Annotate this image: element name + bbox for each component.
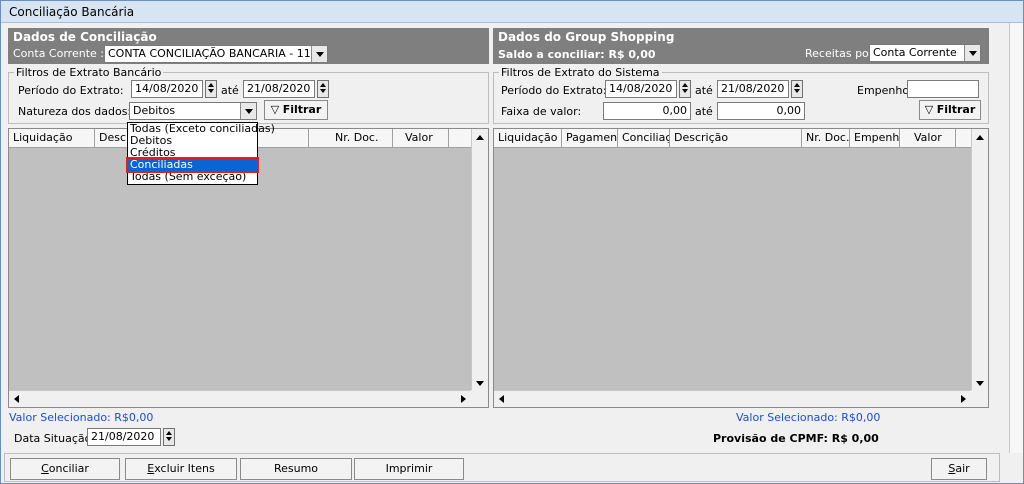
- nature-select[interactable]: Debitos: [129, 102, 257, 120]
- left-selected-total: Valor Selecionado: R$0,00: [9, 411, 154, 424]
- left-filter-button[interactable]: ▽ Filtrar: [264, 100, 328, 120]
- left-date-to[interactable]: 21/08/2020: [243, 80, 315, 98]
- right-filter-button[interactable]: ▽ Filtrar: [919, 100, 981, 120]
- status-date-label: Data Situação:: [14, 432, 96, 445]
- left-until-label: até: [221, 84, 239, 97]
- chevron-down-icon[interactable]: [240, 103, 256, 119]
- option-all-no-exception[interactable]: Todas (Sem exceção): [128, 171, 257, 183]
- scroll-corner: [971, 390, 988, 407]
- nature-label: Natureza dos dados:: [18, 105, 132, 118]
- funnel-icon: ▽: [924, 103, 934, 116]
- col-valor[interactable]: Valor: [900, 129, 956, 147]
- arrow-down-icon: [794, 89, 800, 93]
- right-date-from-spinner[interactable]: [679, 80, 691, 98]
- system-grid-vscroll[interactable]: [971, 129, 988, 391]
- print-button[interactable]: Imprimir: [354, 458, 464, 480]
- system-filters-title: Filtros de Extrato do Sistema: [499, 66, 662, 79]
- arrow-up-icon: [320, 83, 326, 87]
- arrow-up-icon: [166, 431, 172, 435]
- value-range-label: Faixa de valor:: [501, 105, 582, 118]
- col-descricao[interactable]: Descriç: [95, 129, 129, 147]
- arrow-up-icon: [794, 83, 800, 87]
- right-period-label: Período do Extrato:: [501, 84, 607, 97]
- range-until-label: até: [695, 105, 713, 118]
- right-until-label: até: [695, 84, 713, 97]
- arrow-down-icon: [682, 89, 688, 93]
- col-liquidacao[interactable]: Liquidação: [9, 129, 95, 147]
- system-grid[interactable]: Liquidação Pagament Conciliaçã Descrição…: [493, 128, 989, 408]
- left-date-from[interactable]: 14/08/2020: [131, 80, 203, 98]
- value-range-to[interactable]: 0,00: [717, 102, 805, 120]
- balance-to-reconcile: Saldo a conciliar: R$ 0,00: [498, 48, 656, 61]
- chevron-down-icon[interactable]: [964, 45, 980, 61]
- window-title: Conciliação Bancária: [9, 5, 135, 19]
- scroll-corner: [471, 390, 488, 407]
- arrow-right-icon[interactable]: [461, 395, 466, 403]
- left-filter-label: Filtrar: [282, 103, 322, 116]
- receipts-by-label: Receitas por: [805, 47, 874, 60]
- col-pagamento[interactable]: Pagament: [562, 129, 618, 147]
- delete-items-button[interactable]: Excluir Itens: [125, 458, 237, 480]
- arrow-up-icon[interactable]: [476, 135, 484, 140]
- exit-button[interactable]: Sair: [931, 458, 987, 480]
- commitment-label: Empenho:: [857, 84, 913, 97]
- right-date-from[interactable]: 14/08/2020: [605, 80, 677, 98]
- receipts-by-value: Conta Corrente: [873, 46, 957, 59]
- left-date-from-spinner[interactable]: [205, 80, 217, 98]
- nature-select-value: Debitos: [133, 104, 176, 117]
- commitment-input[interactable]: [907, 80, 979, 98]
- col-empenho[interactable]: Empenh: [850, 129, 900, 147]
- arrow-left-icon[interactable]: [14, 395, 19, 403]
- summary-button[interactable]: Resumo: [240, 458, 352, 480]
- nature-dropdown-list[interactable]: Todas (Exceto conciliadas) Debitos Crédi…: [126, 122, 275, 185]
- col-liquidacao[interactable]: Liquidação: [494, 129, 562, 147]
- arrow-left-icon[interactable]: [499, 395, 504, 403]
- col-nr-doc[interactable]: Nr. Doc.: [309, 129, 393, 147]
- account-select[interactable]: CONTA CONCILIAÇÃO BANCARIA - 11111: [104, 45, 328, 63]
- arrow-up-icon: [682, 83, 688, 87]
- col-nr-doc[interactable]: Nr. Doc.: [802, 129, 850, 147]
- system-grid-hscroll[interactable]: [494, 390, 971, 407]
- col-valor[interactable]: Valor: [393, 129, 449, 147]
- left-date-to-spinner[interactable]: [317, 80, 329, 98]
- left-header-title: Dados de Conciliação: [13, 30, 157, 44]
- bank-grid-hscroll[interactable]: [9, 390, 471, 407]
- col-descricao[interactable]: Descrição: [670, 129, 802, 147]
- bank-filters-title: Filtros de Extrato Bancário: [14, 66, 164, 79]
- arrow-up-icon: [208, 83, 214, 87]
- right-selected-total: Valor Selecionado: R$0,00: [736, 411, 881, 424]
- arrow-down-icon[interactable]: [476, 381, 484, 386]
- left-period-label: Período do Extrato:: [18, 84, 124, 97]
- right-date-to-spinner[interactable]: [791, 80, 803, 98]
- arrow-right-icon[interactable]: [961, 395, 966, 403]
- receipts-by-select[interactable]: Conta Corrente: [869, 44, 981, 62]
- arrow-down-icon: [166, 437, 172, 441]
- main-window: Conciliação Bancária Dados de Conciliaçã…: [0, 0, 1024, 484]
- arrow-up-icon[interactable]: [976, 135, 984, 140]
- arrow-down-icon: [320, 89, 326, 93]
- cpmf-provision: Provisão de CPMF: R$ 0,00: [713, 432, 879, 445]
- account-label: Conta Corrente :: [13, 47, 104, 60]
- right-filter-label: Filtrar: [936, 103, 976, 116]
- reconcile-button[interactable]: Conciliar: [10, 458, 120, 480]
- chevron-down-icon[interactable]: [311, 46, 327, 62]
- value-range-from[interactable]: 0,00: [603, 102, 691, 120]
- bank-grid-vscroll[interactable]: [471, 129, 488, 391]
- account-select-value: CONTA CONCILIAÇÃO BANCARIA - 11111: [108, 47, 328, 60]
- left-panel-header: Dados de Conciliação Conta Corrente : CO…: [8, 28, 489, 64]
- status-date-spinner[interactable]: [163, 428, 175, 446]
- arrow-down-icon: [208, 89, 214, 93]
- arrow-down-icon[interactable]: [976, 381, 984, 386]
- right-date-to[interactable]: 21/08/2020: [717, 80, 789, 98]
- col-conciliacao[interactable]: Conciliaçã: [618, 129, 670, 147]
- system-grid-header: Liquidação Pagament Conciliaçã Descrição…: [494, 129, 971, 148]
- background-window-edge: [1009, 23, 1023, 453]
- right-header-title: Dados do Group Shopping: [498, 30, 675, 44]
- title-bar: Conciliação Bancária: [1, 1, 1023, 23]
- funnel-icon: ▽: [270, 103, 280, 116]
- right-panel-header: Dados do Group Shopping Saldo a concilia…: [493, 28, 989, 64]
- status-date-input[interactable]: 21/08/2020: [87, 428, 161, 446]
